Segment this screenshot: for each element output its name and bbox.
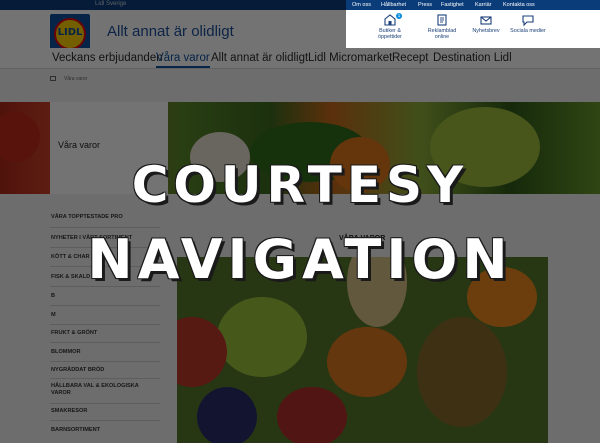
headline-line-2: NAVIGATION — [87, 228, 513, 291]
service-social[interactable]: Sociala medier — [506, 13, 550, 34]
sidebar-category[interactable]: FRUKT & GRÖNT — [50, 330, 168, 337]
logo-wordmark: LIDL — [57, 27, 83, 38]
nav-item-our-products[interactable]: Våra varor — [156, 52, 210, 68]
sidebar-divider — [50, 324, 160, 325]
sidebar-category[interactable]: HÅLLBARA VAL & EKOLOGISKA VAROR — [50, 383, 145, 397]
sidebar-category[interactable]: NYGRÄDDAT BRÖD — [50, 367, 168, 374]
service-stores[interactable]: 1 Butiker & öppettider — [368, 13, 412, 40]
hero-tomato — [0, 112, 40, 162]
sidebar-category[interactable]: B — [50, 293, 168, 300]
produce-blueberries — [197, 387, 257, 443]
sidebar-divider — [50, 403, 160, 404]
courtesy-link-careers[interactable]: Karriär — [475, 2, 492, 8]
dimmed-lidl-page: Lidl Sverige LIDL Allt annat är olidligt… — [0, 0, 600, 443]
nav-item-recipes[interactable]: Recept — [392, 52, 428, 64]
headline-line-1: COURTESY — [131, 156, 469, 214]
produce-apple-2 — [277, 387, 347, 443]
service-newsletter-label: Nyhetsbrev — [472, 28, 500, 34]
courtesy-link-press[interactable]: Press — [418, 2, 432, 8]
site-tagline: Allt annat är olidligt — [107, 23, 234, 40]
nav-item-weekly-offers[interactable]: Veckans erbjudanden — [52, 52, 163, 64]
service-stores-label: Butiker & öppettider — [378, 28, 402, 40]
sidebar-category[interactable]: M — [50, 312, 168, 319]
courtesy-navigation: Om oss Hållbarhet Press Fastighet Karriä… — [346, 0, 600, 48]
courtesy-link-about[interactable]: Om oss — [352, 2, 371, 8]
produce-pineapple — [417, 317, 507, 427]
nav-item-destination[interactable]: Destination Lidl — [433, 52, 512, 64]
sidebar-divider — [50, 361, 160, 362]
sidebar-category[interactable]: VÅRA TOPPTESTADE PRO — [50, 214, 168, 221]
breadcrumb-current[interactable]: Våra varor — [64, 76, 87, 82]
nav-divider — [0, 68, 600, 69]
store-pin-icon — [384, 14, 396, 26]
courtesy-link-contact[interactable]: Kontakta oss — [503, 2, 535, 8]
produce-grapes — [217, 297, 307, 377]
newsletter-icon — [480, 16, 492, 25]
stores-badge: 1 — [396, 13, 402, 19]
sidebar-divider — [50, 420, 160, 421]
service-leaflet-label: Reklamblad online — [427, 28, 457, 40]
service-social-label: Sociala medier — [510, 28, 546, 34]
sidebar-divider — [50, 305, 160, 306]
courtesy-link-real-estate[interactable]: Fastighet — [441, 2, 464, 8]
nav-item-allt-annat[interactable]: Allt annat är olidligt — [211, 52, 308, 64]
sidebar-category[interactable]: SMAKRESOR — [50, 408, 168, 415]
country-label: Lidl Sverige — [95, 1, 127, 7]
home-icon[interactable] — [50, 76, 56, 82]
leaflet-icon — [437, 14, 447, 26]
main-navigation: Veckans erbjudanden Våra varor Allt anna… — [0, 48, 600, 68]
service-leaflet[interactable]: Reklamblad online — [420, 13, 464, 40]
courtesy-top-bar: Om oss Hållbarhet Press Fastighet Karriä… — [346, 0, 600, 10]
hero-panel-title: Våra varor — [58, 140, 101, 150]
nav-item-micromarket[interactable]: Lidl Micromarket — [308, 52, 392, 64]
breadcrumb: Våra varor — [50, 76, 87, 82]
courtesy-link-sustainability[interactable]: Hållbarhet — [381, 2, 406, 8]
sidebar-category[interactable]: BARNSORTIMENT — [50, 427, 168, 434]
sidebar-divider — [50, 378, 160, 379]
chat-bubble-icon — [522, 15, 534, 27]
sidebar-divider — [50, 342, 160, 343]
service-newsletter[interactable]: Nyhetsbrev — [464, 13, 508, 34]
sidebar-category[interactable]: BLOMMOR — [50, 349, 168, 356]
produce-orange — [327, 327, 407, 397]
